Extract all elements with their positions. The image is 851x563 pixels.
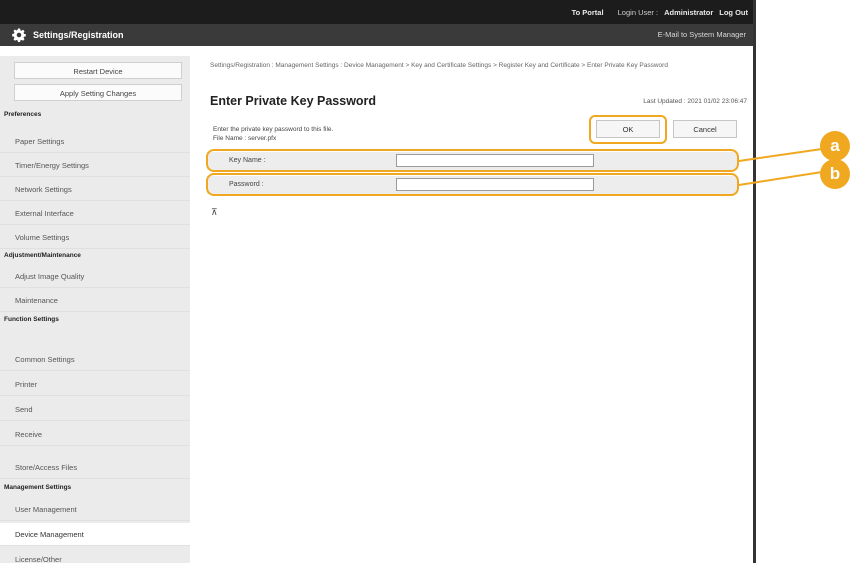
callout-lines [738,148,823,186]
callout-badge-a: a [820,131,850,161]
callout-line-b [738,171,823,186]
callout-badge-b: b [820,159,850,189]
callout-line-a [738,148,823,162]
